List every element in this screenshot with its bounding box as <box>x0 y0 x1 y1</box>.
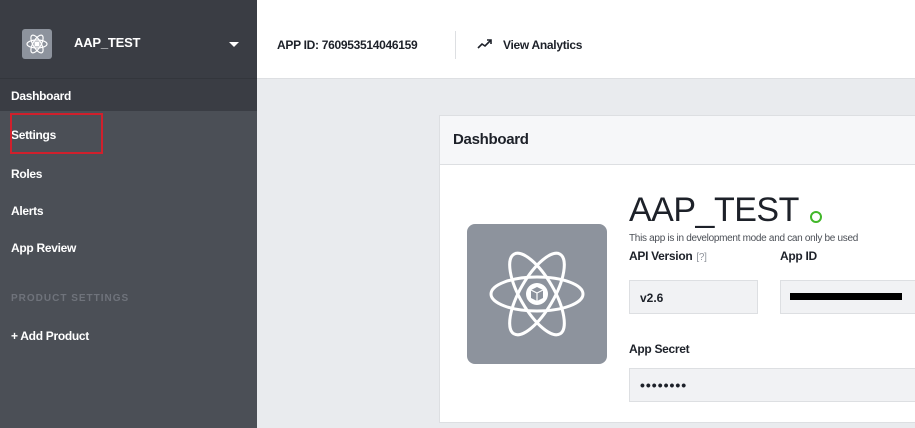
trend-up-icon <box>477 39 492 49</box>
app-switcher[interactable]: AAP_TEST <box>0 0 257 79</box>
api-version-label: API Version [?] <box>629 249 707 263</box>
app-icon <box>467 224 607 364</box>
add-product-button[interactable]: + Add Product <box>0 318 257 356</box>
app-name: AAP_TEST <box>74 35 141 50</box>
app-secret-label: App Secret <box>629 342 690 356</box>
dashboard-card: Dashboard AAP_TEST This app is in develo… <box>439 115 915 423</box>
sidebar-item-dashboard[interactable]: Dashboard <box>0 79 257 111</box>
development-mode-note: This app is in development mode and can … <box>629 233 859 244</box>
card-header: Dashboard <box>440 116 915 165</box>
app-secret-field[interactable]: •••••••• <box>629 368 915 402</box>
app-secret-value: •••••••• <box>640 377 688 393</box>
api-version-value: v2.6 <box>640 291 664 305</box>
app-title: AAP_TEST <box>629 191 799 229</box>
sidebar-item-label: Dashboard <box>11 89 71 103</box>
app-id-field-label: App ID <box>780 249 817 263</box>
sidebar: AAP_TEST Dashboard Settings Roles Alerts… <box>0 0 257 428</box>
highlight-annotation <box>10 113 103 154</box>
app-id-label: APP ID: 760953514046159 <box>277 38 418 52</box>
status-indicator-icon <box>810 211 822 223</box>
divider <box>455 31 456 59</box>
redacted-value <box>790 293 902 300</box>
atom-icon <box>489 251 585 337</box>
atom-icon <box>22 29 52 59</box>
sidebar-item-roles[interactable]: Roles <box>0 156 257 194</box>
top-bar: APP ID: 760953514046159 View Analytics <box>257 0 915 79</box>
api-version-label-text: API Version <box>629 249 693 263</box>
main-content: Dashboard AAP_TEST This app is in develo… <box>257 79 915 428</box>
add-product-label: + Add Product <box>11 329 89 343</box>
help-icon[interactable]: [?] <box>696 252 707 263</box>
section-label-product-settings: PRODUCT SETTINGS <box>11 293 130 304</box>
card-title: Dashboard <box>453 131 529 148</box>
sidebar-item-label: Alerts <box>11 204 44 218</box>
view-analytics-label: View Analytics <box>503 38 583 52</box>
sidebar-item-alerts[interactable]: Alerts <box>0 193 257 231</box>
app-id-field[interactable] <box>780 280 915 314</box>
chevron-down-icon[interactable] <box>229 42 239 47</box>
sidebar-item-label: Roles <box>11 167 43 181</box>
sidebar-item-label: App Review <box>11 241 77 255</box>
sidebar-item-app-review[interactable]: App Review <box>0 230 257 268</box>
api-version-field: v2.6 <box>629 280 758 314</box>
